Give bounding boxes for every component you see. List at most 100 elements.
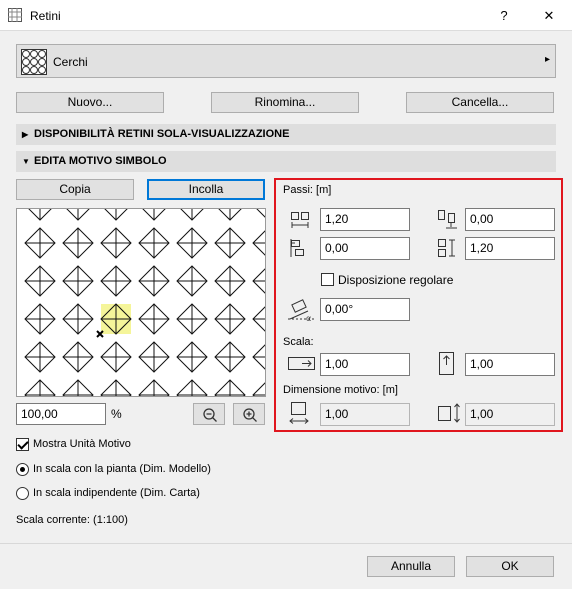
pattern-symbol — [62, 379, 94, 396]
scale-title: Scala: — [283, 336, 314, 348]
pattern-symbol — [62, 303, 94, 335]
paper-scale-radio[interactable] — [16, 487, 29, 500]
zoom-out-icon — [203, 408, 217, 422]
scale-y-icon — [439, 352, 454, 375]
spacing-h-input[interactable]: 1,20 — [320, 208, 410, 231]
paste-button[interactable]: Incolla — [147, 179, 265, 200]
pattern-symbol — [252, 344, 265, 370]
pattern-symbol — [214, 265, 246, 297]
pattern-symbol — [24, 265, 56, 297]
pattern-symbol — [252, 230, 265, 256]
angle-input[interactable]: 0,00° — [320, 298, 410, 321]
help-button[interactable]: ? — [489, 4, 519, 28]
section-view-only[interactable]: ▶ DISPONIBILITÀ RETINI SOLA-VISUALIZZAZIO… — [16, 124, 556, 145]
pattern-symbol — [138, 303, 170, 335]
pattern-symbol — [180, 209, 204, 221]
pattern-selector[interactable]: Cerchi ▸ — [16, 44, 556, 78]
motif-size-title: Dimensione motivo: [m] — [283, 384, 398, 396]
motif-height-icon — [438, 403, 460, 423]
vertical-spacing-icon — [438, 239, 455, 257]
spacing-v-offset-input[interactable]: 0,00 — [465, 208, 555, 231]
pattern-symbol — [138, 265, 170, 297]
zoom-input[interactable]: 100,00 — [16, 403, 106, 425]
horizontal-offset-icon — [290, 239, 304, 257]
current-scale-label: Scala corrente: (1:100) — [16, 514, 128, 526]
spacing-h-offset-input[interactable]: 0,00 — [320, 237, 410, 260]
pattern-symbol — [138, 379, 170, 396]
scale-x-icon — [288, 357, 315, 370]
section-edit-symbol[interactable]: ▼ EDITA MOTIVO SIMBOLO — [16, 151, 556, 172]
pattern-name: Cerchi — [53, 55, 88, 69]
pattern-symbol — [214, 341, 246, 373]
motif-width-icon — [289, 402, 309, 424]
pattern-symbol — [252, 268, 265, 294]
pattern-symbol — [176, 341, 208, 373]
regular-arrangement-label: Disposizione regolare — [338, 273, 454, 287]
pattern-symbol — [176, 379, 208, 396]
footer-divider — [0, 543, 572, 544]
pattern-symbol — [100, 227, 132, 259]
pattern-symbol — [24, 303, 56, 335]
pattern-preview[interactable] — [16, 208, 266, 397]
ok-button[interactable]: OK — [466, 556, 554, 577]
pattern-symbol — [66, 209, 90, 221]
pattern-symbol — [62, 341, 94, 373]
rename-button[interactable]: Rinomina... — [211, 92, 359, 113]
pattern-symbol — [100, 265, 132, 297]
pattern-symbol — [24, 379, 56, 396]
pattern-symbol — [100, 341, 132, 373]
section-title: DISPONIBILITÀ RETINI SOLA-VISUALIZZAZION… — [34, 128, 290, 140]
zoom-out-button[interactable] — [193, 403, 225, 425]
horizontal-spacing-icon — [291, 212, 309, 228]
scale-y-input[interactable]: 1,00 — [465, 353, 555, 376]
chevron-down-icon: ▼ — [22, 157, 30, 166]
motif-height-field: 1,00 — [465, 403, 555, 426]
pattern-symbol — [100, 379, 132, 396]
paper-scale-label: In scala indipendente (Dim. Carta) — [33, 487, 200, 499]
delete-button[interactable]: Cancella... — [406, 92, 554, 113]
pattern-symbol — [24, 341, 56, 373]
new-button[interactable]: Nuovo... — [16, 92, 164, 113]
show-unit-checkbox[interactable] — [16, 438, 29, 451]
title-bar: Retini ? ✕ — [0, 0, 572, 31]
pattern-symbol — [24, 227, 56, 259]
spacing-v-input[interactable]: 1,20 — [465, 237, 555, 260]
scale-x-input[interactable]: 1,00 — [320, 353, 410, 376]
pattern-symbol — [62, 265, 94, 297]
show-unit-label: Mostra Unità Motivo — [33, 438, 131, 450]
svg-text:α: α — [306, 314, 311, 323]
pattern-symbol — [104, 209, 128, 221]
pattern-symbol — [62, 227, 94, 259]
model-scale-radio[interactable] — [16, 463, 29, 476]
zoom-in-button[interactable] — [233, 403, 265, 425]
pattern-preview-canvas — [24, 209, 265, 396]
pattern-symbol — [28, 209, 52, 221]
pattern-symbol — [214, 379, 246, 396]
angle-icon: α — [288, 299, 314, 323]
copy-button[interactable]: Copia — [16, 179, 134, 200]
pattern-symbol — [138, 227, 170, 259]
regular-arrangement-checkbox[interactable] — [321, 273, 334, 286]
pattern-symbol — [218, 209, 242, 221]
cancel-button[interactable]: Annulla — [367, 556, 455, 577]
pattern-symbol — [176, 303, 208, 335]
pattern-symbol — [176, 265, 208, 297]
grid-circles-icon — [21, 49, 47, 75]
pattern-symbol — [214, 303, 246, 335]
motif-width-field: 1,00 — [320, 403, 410, 426]
window-title: Retini — [30, 9, 61, 23]
pattern-symbol — [138, 341, 170, 373]
pattern-symbol — [252, 382, 265, 396]
pattern-symbol — [256, 209, 265, 218]
pattern-symbol — [176, 227, 208, 259]
section-title: EDITA MOTIVO SIMBOLO — [34, 155, 167, 167]
zoom-unit: % — [111, 407, 122, 421]
close-button[interactable]: ✕ — [534, 4, 564, 28]
pattern-symbol — [252, 306, 265, 332]
vertical-offset-icon — [438, 210, 457, 229]
chevron-right-icon: ▸ — [545, 54, 551, 65]
chevron-right-icon: ▶ — [22, 130, 29, 139]
spacing-title: Passi: [m] — [283, 184, 332, 196]
pattern-symbol — [214, 227, 246, 259]
model-scale-label: In scala con la pianta (Dim. Modello) — [33, 463, 211, 475]
